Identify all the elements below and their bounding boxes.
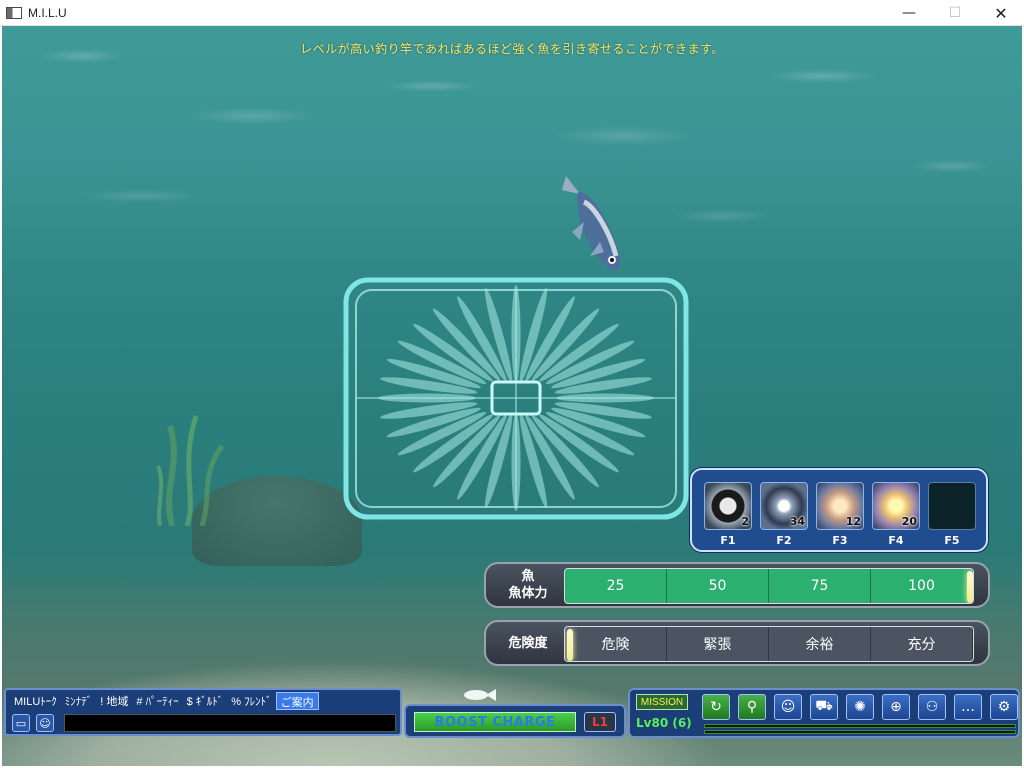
stamina-label: 魚体力 [508,586,548,601]
skill-key-label: F5 [944,534,960,547]
skill-key-label: F3 [832,534,848,547]
skill-count: 20 [901,515,917,528]
minimize-button[interactable]: — [886,0,932,26]
sparkle-orb-icon[interactable]: 20 [872,482,920,530]
chat-tab[interactable]: % ﾌﾚﾝﾄﾞ [227,692,275,710]
catch-reticle [342,276,690,521]
return-icon[interactable]: ↻ [702,694,730,720]
gauge-tick: 75 [769,569,871,603]
hint-message: レベルが高い釣り竿であればあるほど強く魚を引き寄せることができます。 [300,42,724,56]
reticle-ray [378,393,476,403]
skill-burst-icon[interactable]: ✺ [846,694,874,720]
danger-label: 危険度 [508,635,548,651]
mission-button[interactable]: MISSION [636,694,688,710]
hooked-fish [562,176,621,271]
chat-panel: MILUﾄｰｸ ﾐﾝﾅﾃﾞ! 地域 # ﾊﾟｰﾃｨｰ $ ｷﾞﾙﾄﾞ% ﾌﾚﾝﾄﾞ ご案… [4,688,402,736]
chat-tab[interactable]: ご案内 [275,692,319,710]
danger-gauge: 危険度 危険 緊張 余裕 充分 [484,620,990,666]
player-level: Lv80 (6) [636,716,692,730]
chat-tab[interactable]: ! 地域 [96,692,132,710]
skill-key-label: F1 [720,534,736,547]
experience-bars [704,724,1016,736]
chat-window-icon[interactable]: ▭ [12,714,30,732]
fish-stamina-track: 25 50 75 100 [564,568,974,604]
vehicle-icon[interactable]: ⛟ [810,694,838,720]
dark-lure-orb-icon[interactable]: 2 [704,482,752,530]
skill-count: 12 [845,515,861,528]
skill-hotbar: 2 F1 34 F2 12 F3 20 F4 F5 [690,468,988,552]
add-friend-icon[interactable]: ⊕ [882,694,910,720]
gauge-tick: 危険 [565,627,667,661]
skill-key-label: F4 [888,534,904,547]
character-icon[interactable]: ⚲ [738,694,766,720]
danger-track: 危険 緊張 余裕 充分 [564,626,974,662]
fish-label: 魚 [521,569,535,584]
gauge-tick: 緊張 [667,627,769,661]
gauge-tick: 50 [667,569,769,603]
glow-orb-icon[interactable]: 12 [816,482,864,530]
chat-input[interactable] [64,714,396,732]
settings-icon[interactable]: ⚙ [990,694,1018,720]
fish-stamina-marker [967,571,973,603]
emote-icon[interactable]: ☺ [36,714,54,732]
reticle-ray [556,393,654,403]
gauge-tick: 余裕 [769,627,871,661]
gauge-tick: 100 [871,569,973,603]
water-caustics [2,26,1022,266]
gauge-tick: 25 [565,569,667,603]
chat-bubble-icon[interactable]: … [954,694,982,720]
maximize-button[interactable]: ☐ [932,0,978,26]
empty-skill-slot[interactable] [928,482,976,530]
chat-tab[interactable]: $ ｷﾞﾙﾄﾞ [183,692,228,710]
skill-key-label: F2 [776,534,792,547]
profile-icon[interactable]: ☺ [774,694,802,720]
app-icon [6,6,22,19]
chat-tab[interactable]: MILUﾄｰｸ [10,692,61,710]
small-fish [464,689,496,701]
skill-count: 34 [789,515,805,528]
fish-stamina-gauge: 魚 魚体力 25 50 75 100 [484,562,990,608]
main-menu-bar: MISSION Lv80 (6) ↻ ⚲ ☺ ⛟ ✺ ⊕ ⚇ … ⚙ [628,688,1020,738]
xp-bar [704,724,1016,728]
danger-marker [567,629,573,661]
boost-control-button[interactable]: L1 [584,712,616,732]
star-orb-icon[interactable]: 34 [760,482,808,530]
chat-tab[interactable]: # ﾊﾟｰﾃｨｰ [132,692,182,710]
boost-charge-button[interactable]: BOOST CHARGE [414,712,576,732]
chat-tabs: MILUﾄｰｸ ﾐﾝﾅﾃﾞ! 地域 # ﾊﾟｰﾃｨｰ $ ｷﾞﾙﾄﾞ% ﾌﾚﾝﾄﾞ ご案… [10,692,319,710]
party-icon[interactable]: ⚇ [918,694,946,720]
skill-count: 2 [741,515,749,528]
window-title: M.I.L.U [28,5,67,20]
chat-tab[interactable]: ﾐﾝﾅﾃﾞ [61,692,97,710]
xp-bar [704,730,1016,734]
fish-stamina-label: 魚 魚体力 [492,564,564,606]
reticle-ray [511,413,521,512]
window-titlebar: M.I.L.U — ☐ ✕ [0,0,1024,26]
close-button[interactable]: ✕ [978,0,1024,26]
boost-charge-panel: BOOST CHARGE L1 [404,704,626,738]
gauge-tick: 充分 [871,627,973,661]
seaweed [156,415,225,526]
reticle-ray [511,284,521,383]
